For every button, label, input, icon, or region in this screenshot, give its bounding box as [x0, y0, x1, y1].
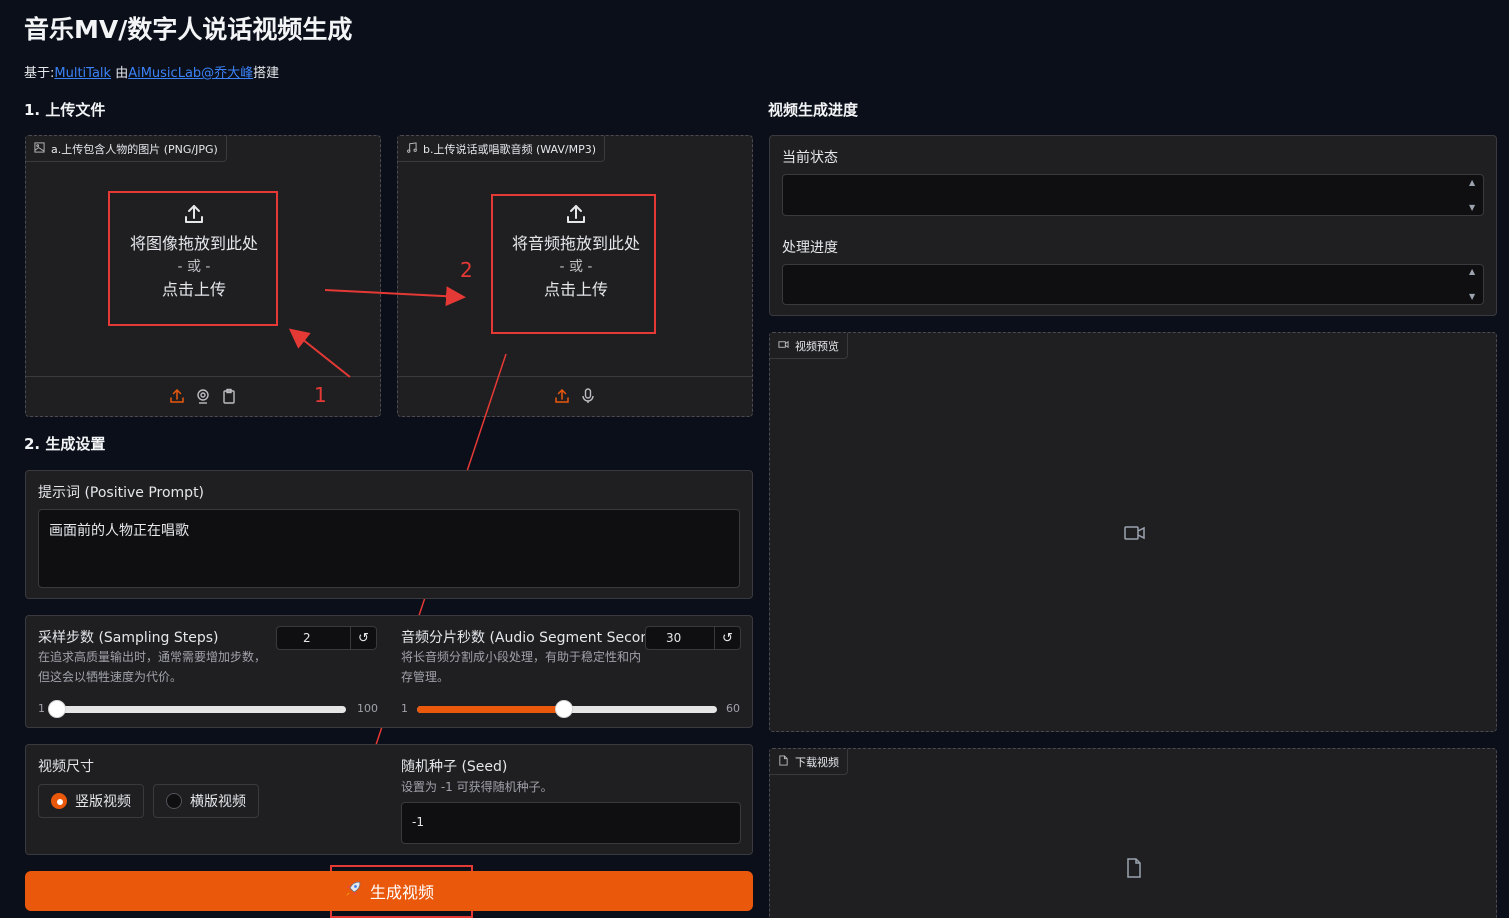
- author-link[interactable]: AiMusicLab@乔大峰: [128, 66, 253, 81]
- image-upload-tab: a.上传包含人物的图片 (PNG/JPG): [26, 136, 227, 162]
- prompt-input[interactable]: 画面前的人物正在唱歌: [38, 509, 740, 588]
- annotation-2: 2: [460, 258, 473, 282]
- radio-dot-selected[interactable]: [51, 793, 67, 809]
- annotation-box-image: [108, 191, 278, 326]
- radio-dot[interactable]: [166, 793, 182, 809]
- clipboard-icon[interactable]: [221, 388, 237, 408]
- annotation-box-audio: [491, 194, 656, 334]
- progress-label: 处理进度: [782, 240, 838, 256]
- video-preview-tab: 视频预览: [770, 333, 848, 359]
- video-preview-label: 视频预览: [795, 339, 839, 353]
- segment-seconds-slider-thumb[interactable]: [555, 700, 573, 718]
- credit-suffix: 搭建: [253, 66, 280, 81]
- sampling-steps-max: 100: [357, 702, 378, 715]
- video-placeholder-icon: [1124, 524, 1146, 546]
- seed-label: 随机种子 (Seed): [401, 759, 508, 775]
- generate-video-button[interactable]: 生成视频: [25, 871, 753, 911]
- segment-seconds-label: 音频分片秒数 (Audio Segment Seconds): [401, 630, 671, 646]
- scroll-down-icon[interactable]: ▼: [1469, 203, 1481, 212]
- download-panel: 下载视频: [769, 748, 1497, 918]
- file-placeholder-icon: [1126, 858, 1142, 882]
- radio-portrait-label: 竖版视频: [75, 794, 131, 810]
- video-icon: [778, 339, 789, 353]
- credit-mid: 由: [111, 66, 129, 81]
- scroll-down-icon[interactable]: ▼: [1469, 292, 1481, 301]
- radio-landscape[interactable]: 横版视频: [153, 784, 259, 818]
- seed-info: 设置为 -1 可获得随机种子。: [401, 780, 553, 794]
- settings-section-title: 2. 生成设置: [24, 435, 106, 453]
- sampling-steps-number[interactable]: 2 ↺: [276, 626, 377, 650]
- segment-seconds-slider-fill: [417, 706, 564, 713]
- progress-section-title: 视频生成进度: [768, 101, 859, 119]
- download-label: 下载视频: [795, 755, 839, 769]
- image-icon: [34, 141, 45, 156]
- segment-seconds-number[interactable]: 30 ↺: [645, 626, 741, 650]
- upload-section-title: 1. 上传文件: [24, 101, 106, 119]
- upload-icon[interactable]: [554, 388, 570, 408]
- progress-panel: 当前状态 ▲ ▼ 处理进度 ▲ ▼: [769, 135, 1497, 316]
- status-label: 当前状态: [782, 150, 838, 166]
- reset-icon[interactable]: ↺: [350, 627, 376, 649]
- reset-icon[interactable]: ↺: [714, 627, 740, 649]
- image-source-toolbar: [169, 388, 237, 408]
- video-preview-panel: 视频预览: [769, 332, 1497, 732]
- sampling-steps-slider-thumb[interactable]: [47, 700, 66, 718]
- image-upload-label: a.上传包含人物的图片 (PNG/JPG): [51, 142, 218, 156]
- prompt-panel: 提示词 (Positive Prompt) 画面前的人物正在唱歌: [25, 470, 753, 599]
- status-scrollbar[interactable]: ▲ ▼: [1469, 178, 1481, 212]
- sampling-steps-info-1: 在追求高质量输出时，通常需要增加步数，: [38, 650, 267, 664]
- sampling-steps-min: 1: [38, 702, 45, 715]
- sliders-panel: 采样步数 (Sampling Steps) 2 ↺ 在追求高质量输出时，通常需要…: [25, 615, 753, 728]
- video-size-label: 视频尺寸: [38, 759, 94, 775]
- audio-source-toolbar: [554, 388, 596, 408]
- segment-seconds-info-1: 将长音频分割成小段处理，有助于稳定性和内: [401, 650, 642, 664]
- webcam-icon[interactable]: [195, 388, 211, 408]
- upload-icon[interactable]: [169, 388, 185, 408]
- sampling-steps-info-2: 但这会以牺牲速度为代价。: [38, 670, 183, 684]
- size-seed-panel: 视频尺寸 竖版视频 横版视频 随机种子 (Seed) 设置为 -1 可获得随机种…: [25, 744, 753, 855]
- sampling-steps-label: 采样步数 (Sampling Steps): [38, 630, 219, 646]
- file-icon: [778, 754, 789, 769]
- progress-output[interactable]: [782, 264, 1484, 305]
- audio-upload-label: b.上传说话或唱歌音频 (WAV/MP3): [423, 142, 597, 156]
- radio-portrait[interactable]: 竖版视频: [38, 784, 144, 818]
- sampling-steps-slider[interactable]: [47, 700, 346, 718]
- segment-seconds-min: 1: [401, 702, 408, 715]
- segment-seconds-slider[interactable]: [417, 700, 717, 718]
- page-title: 音乐MV/数字人说话视频生成: [24, 15, 353, 44]
- rocket-icon: [344, 880, 362, 902]
- seed-input[interactable]: -1: [401, 802, 741, 844]
- microphone-icon[interactable]: [580, 388, 596, 408]
- annotation-1: 1: [314, 383, 327, 407]
- audio-toolbar-divider: [398, 376, 752, 377]
- scroll-up-icon[interactable]: ▲: [1469, 267, 1481, 276]
- scroll-up-icon[interactable]: ▲: [1469, 178, 1481, 187]
- generate-video-label: 生成视频: [369, 883, 434, 902]
- status-output[interactable]: [782, 174, 1484, 216]
- segment-seconds-value[interactable]: 30: [646, 631, 714, 645]
- prompt-label: 提示词 (Positive Prompt): [38, 485, 205, 501]
- credit-line: 基于:MultiTalk 由AiMusicLab@乔大峰搭建: [24, 62, 279, 81]
- download-tab: 下载视频: [770, 749, 848, 775]
- progress-scrollbar[interactable]: ▲ ▼: [1469, 267, 1481, 301]
- multitalk-link[interactable]: MultiTalk: [54, 66, 111, 81]
- sampling-steps-value[interactable]: 2: [277, 631, 350, 645]
- audio-upload-tab: b.上传说话或唱歌音频 (WAV/MP3): [398, 136, 606, 162]
- credit-prefix: 基于:: [24, 66, 55, 81]
- segment-seconds-info-2: 存管理。: [401, 670, 450, 684]
- segment-seconds-max: 60: [726, 702, 740, 715]
- image-toolbar-divider: [26, 376, 380, 377]
- music-icon: [406, 141, 417, 156]
- radio-landscape-label: 横版视频: [190, 794, 246, 810]
